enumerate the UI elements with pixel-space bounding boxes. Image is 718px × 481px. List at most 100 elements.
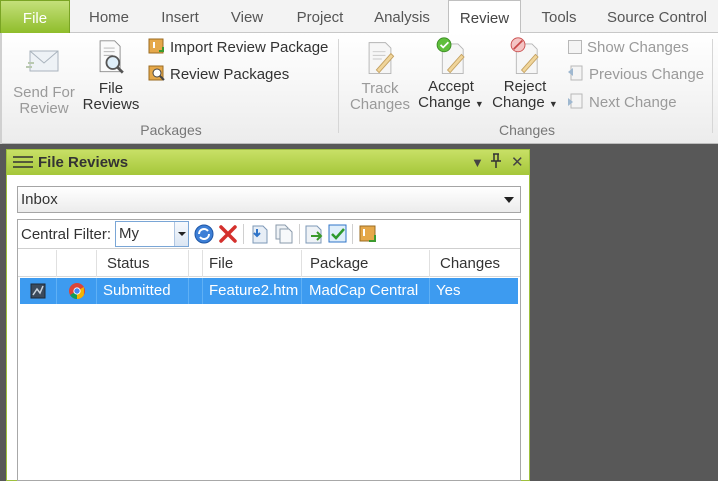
review-packages-label: Review Packages — [170, 66, 290, 83]
delete-icon[interactable] — [217, 223, 239, 245]
changes-group-label: Changes — [498, 122, 556, 138]
panel-header: File Reviews ▼ ✕ — [7, 150, 529, 175]
central-filter-value: My — [119, 225, 139, 242]
column-header-icon-1[interactable] — [18, 250, 57, 277]
row-changes-cell: Yes — [436, 282, 461, 299]
pin-glyph — [491, 153, 501, 168]
show-changes-label: Show Changes — [587, 39, 689, 56]
envelope-icon — [26, 50, 59, 72]
ribbon-group-divider — [712, 39, 713, 133]
show-changes-checkbox[interactable]: Show Changes — [567, 37, 689, 59]
tab-analysis[interactable]: Analysis — [360, 0, 444, 33]
toolbar-separator — [352, 224, 353, 244]
package-search-icon — [148, 65, 165, 81]
panel-dropdown-icon[interactable]: ▼ — [471, 155, 484, 170]
chevron-down-icon — [174, 222, 188, 246]
central-filter-label: Central Filter: — [21, 226, 112, 243]
accept-change-label-text: Change — [418, 94, 471, 111]
column-header-package[interactable]: Package — [302, 250, 430, 277]
reject-change-label-2: Change ▼ — [490, 95, 560, 112]
open-file-icon[interactable] — [249, 223, 271, 245]
track-changes-icon — [368, 42, 395, 74]
ribbon: Send For Review File Reviews Import Revi… — [0, 33, 718, 144]
tab-review[interactable]: Review — [448, 0, 521, 34]
next-change-button[interactable]: Next Change — [567, 92, 677, 114]
next-change-label: Next Change — [589, 94, 677, 111]
packages-group-label: Packages — [140, 122, 202, 138]
grid-header: Status File Package Changes — [18, 250, 520, 277]
table-row[interactable]: Submitted Feature2.htm MadCap Central Ye… — [20, 278, 518, 304]
previous-change-icon — [568, 65, 583, 81]
inbox-select-value: Inbox — [21, 191, 58, 208]
package-import-icon — [148, 38, 164, 54]
reject-change-icon — [510, 37, 539, 74]
chevron-down-icon — [504, 197, 514, 203]
row-spacer-cell — [189, 278, 203, 304]
tab-source-control[interactable]: Source Control — [598, 0, 716, 33]
file-reviews-label-1: File — [98, 80, 124, 97]
toolbar-separator — [243, 224, 244, 244]
package-icon[interactable] — [357, 223, 379, 245]
inbox-select[interactable]: Inbox — [17, 186, 521, 213]
send-for-review-button[interactable]: Send For Review — [8, 43, 80, 117]
column-header-icon-2[interactable] — [57, 250, 97, 277]
chrome-icon — [69, 283, 85, 299]
reject-change-label-1: Reject — [503, 78, 547, 95]
file-reviews-button[interactable]: File Reviews — [82, 39, 140, 113]
central-filter-select[interactable]: My — [115, 221, 189, 247]
column-header-status[interactable]: Status — [97, 250, 189, 277]
reviews-grid: Central Filter: My Status File Package C… — [17, 219, 521, 481]
row-browser-cell — [57, 278, 97, 304]
tab-project[interactable]: Project — [280, 0, 360, 33]
dropdown-arrow-icon: ▼ — [548, 99, 558, 109]
workspace-background — [532, 144, 718, 481]
tab-tools[interactable]: Tools — [522, 0, 596, 33]
checkbox-icon — [568, 40, 582, 54]
close-icon[interactable]: ✕ — [511, 153, 524, 171]
pin-icon[interactable] — [490, 153, 502, 172]
track-changes-label-2: Changes — [349, 96, 411, 113]
track-changes-button[interactable]: Track Changes — [346, 39, 414, 113]
send-for-review-label-2: Review — [19, 100, 69, 117]
tab-home[interactable]: Home — [73, 0, 145, 33]
grid-toolbar: Central Filter: My — [18, 220, 520, 249]
ribbon-tab-bar: File Home Insert View Project Analysis R… — [0, 0, 718, 34]
toolbar-separator — [299, 224, 300, 244]
send-for-review-label-1: Send For — [13, 84, 75, 101]
reject-change-label-text: Change — [492, 94, 545, 111]
tab-file[interactable]: File — [0, 0, 70, 33]
dropdown-arrow-icon: ▼ — [474, 99, 484, 109]
column-resize-handle[interactable] — [189, 250, 203, 277]
tab-insert[interactable]: Insert — [145, 0, 215, 33]
row-file-cell: Feature2.htm — [203, 278, 302, 304]
track-changes-label-1: Track — [361, 80, 399, 97]
accept-change-label-1: Accept — [428, 78, 474, 95]
export-icon[interactable] — [303, 223, 325, 245]
row-type-cell — [20, 278, 57, 304]
previous-change-label: Previous Change — [589, 66, 705, 83]
previous-change-button[interactable]: Previous Change — [567, 64, 704, 86]
next-change-icon — [568, 93, 583, 109]
accept-change-icon — [436, 37, 465, 74]
column-header-changes[interactable]: Changes — [430, 250, 520, 277]
file-reviews-panel: File Reviews ▼ ✕ Inbox Central Filter: M… — [6, 149, 530, 481]
accept-change-label-2: Change ▼ — [416, 95, 486, 112]
tab-view[interactable]: View — [215, 0, 279, 33]
refresh-icon[interactable] — [193, 223, 215, 245]
panel-menu-icon[interactable] — [13, 156, 33, 169]
column-header-file[interactable]: File — [203, 250, 302, 277]
review-file-icon — [30, 283, 46, 299]
row-package-cell: MadCap Central — [302, 278, 430, 304]
import-review-package-button[interactable]: Import Review Package — [148, 37, 328, 59]
ribbon-group-divider — [338, 39, 339, 133]
accept-change-button[interactable]: Accept Change ▼ — [416, 37, 486, 112]
copy-file-icon[interactable] — [273, 223, 295, 245]
review-packages-button[interactable]: Review Packages — [148, 64, 289, 86]
ribbon-edge — [0, 33, 2, 144]
panel-title: File Reviews — [38, 154, 129, 171]
document-magnifier-icon — [99, 40, 124, 74]
accept-all-icon[interactable] — [327, 223, 349, 245]
row-status-cell: Submitted — [97, 278, 189, 304]
reject-change-button[interactable]: Reject Change ▼ — [490, 37, 560, 112]
file-reviews-label-2: Reviews — [82, 96, 140, 113]
